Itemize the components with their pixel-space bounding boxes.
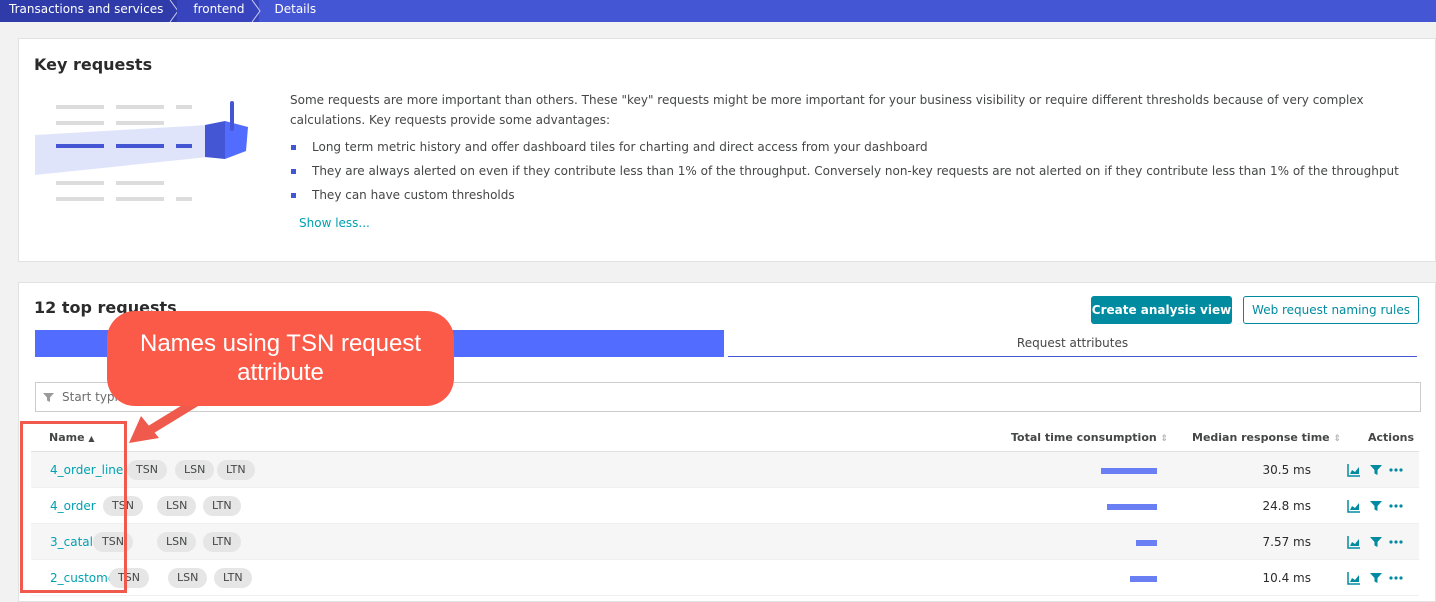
attribute-tag[interactable]: LTN — [217, 460, 255, 480]
breadcrumb-item-transactions[interactable]: Transactions and services — [0, 0, 179, 22]
key-requests-description: Some requests are more important than ot… — [290, 93, 1364, 127]
breadcrumb-item-frontend[interactable]: frontend — [177, 0, 261, 22]
total-time-bar — [1130, 576, 1157, 582]
list-item: They can have custom thresholds — [290, 185, 1399, 209]
attribute-tag[interactable]: LTN — [214, 568, 252, 588]
total-time-bar — [1136, 540, 1157, 546]
attribute-tag[interactable]: LSN — [168, 568, 208, 588]
table-row: 3_catalog TSN LSN LTN 7.57 ms — [31, 524, 1419, 560]
key-requests-title: Key requests — [34, 55, 153, 74]
chart-icon[interactable] — [1347, 499, 1361, 513]
median-response-time: 30.5 ms — [1262, 463, 1311, 477]
show-less-link[interactable]: Show less... — [299, 216, 370, 230]
chart-icon[interactable] — [1347, 535, 1361, 549]
median-response-time: 24.8 ms — [1262, 499, 1311, 513]
table-row: 2_customer TSN LSN LTN 10.4 ms — [31, 560, 1419, 596]
key-requests-illustration — [35, 101, 248, 201]
more-options-icon[interactable] — [1389, 463, 1403, 477]
attribute-tag[interactable]: LSN — [157, 496, 197, 516]
more-options-icon[interactable] — [1389, 499, 1403, 513]
chart-icon[interactable] — [1347, 463, 1361, 477]
web-request-naming-rules-button[interactable]: Web request naming rules — [1243, 296, 1419, 324]
breadcrumb-label: Transactions and services — [9, 2, 164, 16]
chart-icon[interactable] — [1347, 571, 1361, 585]
sort-icon: ⇕ — [1160, 434, 1169, 444]
sort-icon: ⇕ — [1333, 434, 1342, 444]
table-row: 4_order TSN LSN LTN 24.8 ms — [31, 488, 1419, 524]
tab-request-attributes[interactable]: Request attributes — [728, 330, 1417, 357]
filter-icon[interactable] — [1369, 499, 1383, 513]
more-options-icon[interactable] — [1389, 535, 1403, 549]
filter-icon[interactable] — [1369, 463, 1383, 477]
filter-icon[interactable] — [1369, 571, 1383, 585]
total-time-bar — [1107, 504, 1157, 510]
column-header-actions: Actions — [1368, 431, 1414, 444]
list-item: They are always alerted on even if they … — [290, 161, 1399, 185]
attribute-tag[interactable]: TSN — [127, 460, 167, 480]
median-response-time: 7.57 ms — [1262, 535, 1311, 549]
column-header-label: Median response time — [1192, 431, 1330, 444]
attribute-tag[interactable]: LSN — [175, 460, 215, 480]
table-row: 4_order_line TSN LSN LTN 30.5 ms — [31, 452, 1419, 488]
column-header-median[interactable]: Median response time ⇕ — [1192, 431, 1341, 444]
filter-icon — [43, 393, 54, 402]
breadcrumb-label: Details — [274, 2, 317, 16]
column-header-label: Total time consumption — [1011, 431, 1157, 444]
total-time-bar — [1101, 468, 1157, 474]
breadcrumb: Transactions and services frontend Detai… — [0, 0, 1436, 22]
median-response-time: 10.4 ms — [1262, 571, 1311, 585]
attribute-tag[interactable]: LSN — [157, 532, 197, 552]
annotation-callout: Names using TSN request attribute — [107, 311, 454, 406]
create-analysis-view-button[interactable]: Create analysis view — [1091, 296, 1232, 324]
attribute-tag[interactable]: LTN — [203, 532, 241, 552]
filter-icon[interactable] — [1369, 535, 1383, 549]
list-item: Long term metric history and offer dashb… — [290, 137, 1399, 161]
annotation-highlight-box — [20, 421, 127, 593]
breadcrumb-item-details: Details — [259, 0, 331, 22]
column-header-total-time[interactable]: Total time consumption ⇕ — [1011, 431, 1168, 444]
breadcrumb-label: frontend — [193, 2, 245, 16]
advantages-list: Long term metric history and offer dashb… — [290, 137, 1399, 209]
key-requests-card: Key requests Some requests are more impo… — [18, 38, 1436, 262]
more-options-icon[interactable] — [1389, 571, 1403, 585]
attribute-tag[interactable]: LTN — [203, 496, 241, 516]
